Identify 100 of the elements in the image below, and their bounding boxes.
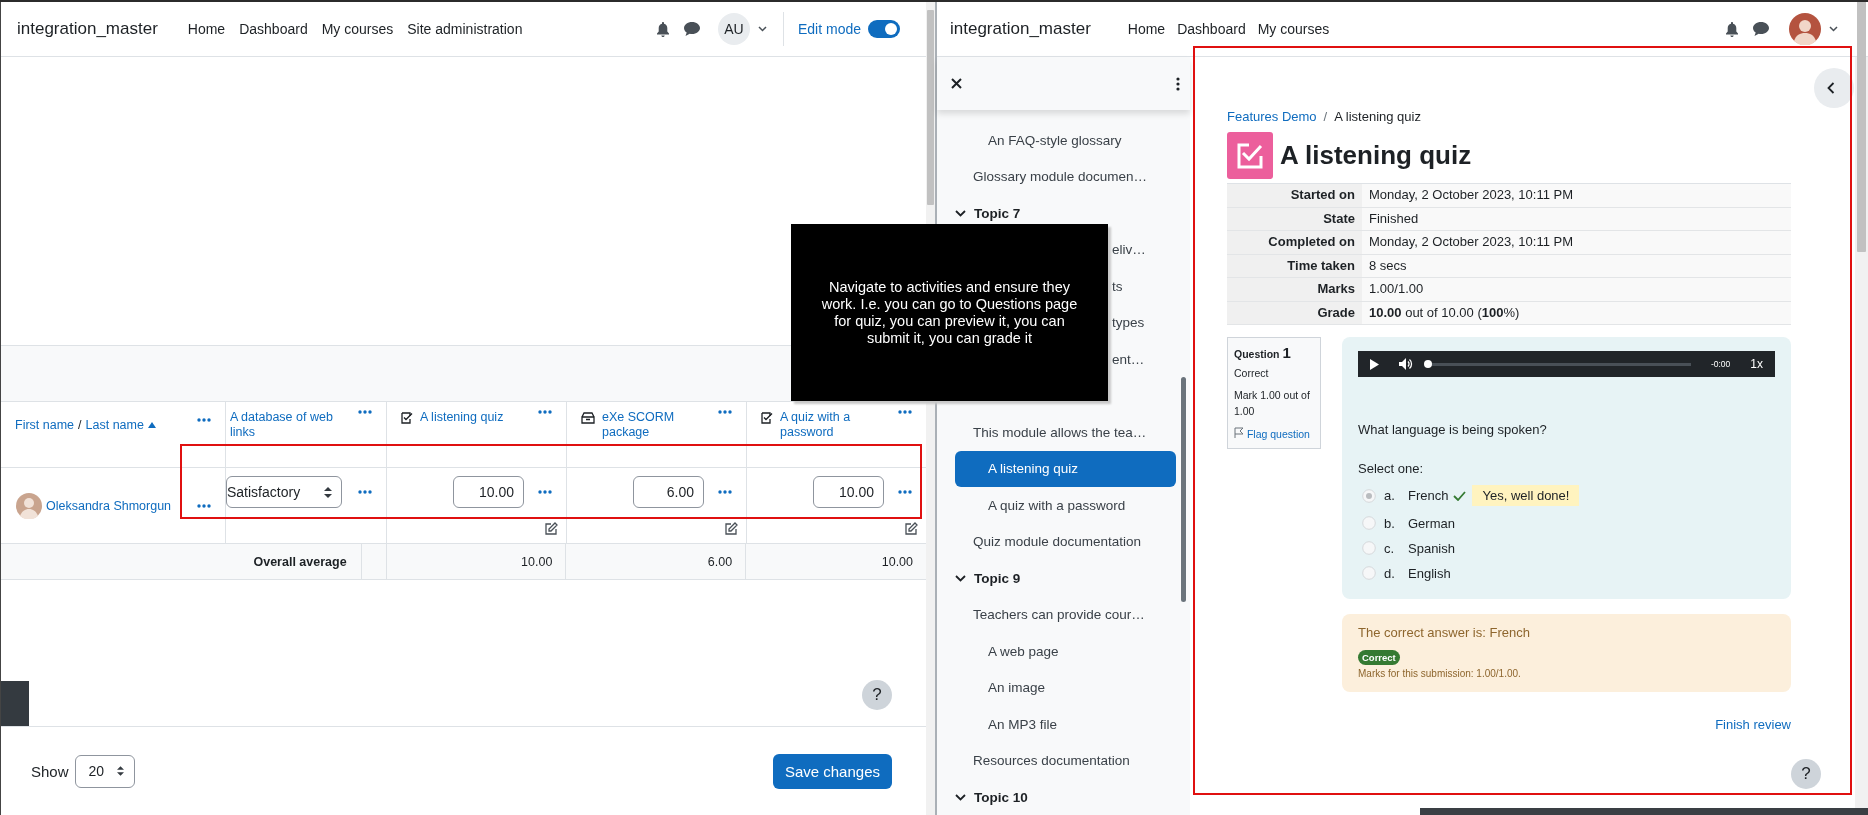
question-mark: Mark 1.00 out of 1.00 — [1234, 388, 1311, 419]
site-name[interactable]: integration_master — [17, 19, 158, 39]
scrollbar-thumb[interactable] — [1181, 377, 1186, 602]
edit-icon[interactable] — [905, 522, 918, 535]
kebab-menu-icon[interactable] — [1176, 76, 1180, 91]
option-text: English — [1408, 565, 1451, 581]
chat-bubble-icon[interactable] — [683, 22, 700, 36]
edit-mode-toggle[interactable] — [868, 20, 900, 38]
more-icon[interactable] — [197, 418, 211, 422]
save-changes-button[interactable]: Save changes — [772, 753, 892, 789]
finish-review-link[interactable]: Finish review — [1715, 717, 1791, 732]
user-avatar[interactable] — [1789, 13, 1821, 45]
more-icon[interactable] — [358, 490, 372, 494]
more-icon[interactable] — [718, 490, 732, 494]
more-icon[interactable] — [538, 410, 552, 414]
help-button[interactable]: ? — [1791, 759, 1821, 789]
nav-link[interactable]: My courses — [321, 21, 394, 37]
course-index-link[interactable]: An MP3 file — [955, 706, 1176, 743]
notification-bell-icon[interactable] — [1725, 21, 1739, 37]
course-index-link[interactable]: Glossary module documen… — [955, 158, 1176, 195]
grade-input[interactable]: 10.00 — [453, 476, 524, 508]
summary-value: 8 secs — [1362, 254, 1791, 277]
nav-link[interactable]: Dashboard — [1177, 21, 1246, 37]
activity-link[interactable]: A quiz with a password — [780, 410, 890, 440]
flag-question-link[interactable]: Flag question — [1234, 426, 1314, 442]
correct-answer-text: The correct answer is: French — [1358, 625, 1531, 640]
activity-link[interactable]: A database of web links — [230, 410, 340, 440]
question-text: What language is being spoken? — [1358, 422, 1548, 437]
average-value: 10.00 — [880, 553, 914, 571]
question-state: Correct — [1234, 367, 1270, 379]
course-index-link[interactable]: A quiz with a password — [955, 487, 1176, 524]
chat-bubble-icon[interactable] — [1753, 22, 1769, 36]
more-icon[interactable] — [718, 410, 732, 414]
summary-label: State — [1227, 207, 1362, 230]
course-index-link[interactable]: An FAQ-style glossary — [955, 122, 1176, 159]
radio-button[interactable] — [1362, 516, 1376, 530]
edit-icon[interactable] — [545, 522, 558, 535]
help-button[interactable]: ? — [862, 680, 892, 710]
sort-link[interactable]: Last name — [85, 418, 144, 432]
scrollbar-thumb[interactable] — [927, 10, 934, 205]
summary-value: Monday, 2 October 2023, 10:11 PM — [1362, 231, 1791, 254]
option-text: German — [1408, 515, 1455, 531]
summary-value: 1.00/1.00 — [1362, 278, 1791, 301]
user-avatar[interactable]: AU — [717, 13, 750, 45]
nav-link[interactable]: Home — [187, 21, 226, 37]
more-icon[interactable] — [898, 490, 912, 494]
volume-icon[interactable] — [1399, 358, 1413, 370]
progress-thumb[interactable] — [1424, 359, 1432, 368]
time-remaining: -0:00 — [1710, 359, 1731, 369]
option-letter: b. — [1384, 515, 1396, 531]
radio-button[interactable] — [1362, 566, 1376, 580]
summary-label: Grade — [1227, 301, 1362, 324]
breadcrumb-link[interactable]: Features Demo — [1227, 109, 1317, 124]
radio-button[interactable] — [1362, 541, 1376, 555]
grade-input[interactable]: 10.00 — [813, 476, 884, 508]
quiz-icon — [1227, 132, 1273, 179]
course-index-link[interactable]: This module allows the tea… — [955, 414, 1176, 451]
edit-icon[interactable] — [725, 522, 738, 535]
course-index-link[interactable]: A listening quiz — [955, 450, 1176, 487]
more-icon[interactable] — [538, 490, 552, 494]
package-icon — [581, 412, 595, 424]
sort-ascending-icon — [147, 422, 156, 428]
caret-icon[interactable] — [1829, 26, 1838, 32]
collapse-button[interactable] — [1814, 68, 1854, 108]
more-icon[interactable] — [898, 410, 912, 414]
grade-select[interactable]: Satisfactory — [226, 476, 342, 508]
checkbox-icon — [761, 412, 773, 424]
radio-button[interactable] — [1362, 488, 1376, 503]
activity-link[interactable]: eXe SCORM package — [602, 410, 712, 440]
close-icon[interactable] — [951, 78, 962, 89]
summary-value: Monday, 2 October 2023, 10:11 PM — [1362, 184, 1791, 207]
section-link[interactable]: Topic 9 — [955, 560, 1176, 597]
option-text: French — [1408, 488, 1449, 503]
course-index-link[interactable]: A web page — [955, 633, 1176, 670]
notification-bell-icon[interactable] — [655, 21, 670, 37]
sort-link[interactable]: First name — [15, 418, 75, 432]
scrollbar-thumb[interactable] — [1857, 2, 1866, 252]
site-name[interactable]: integration_master — [950, 19, 1091, 39]
nav-link[interactable]: My courses — [1257, 21, 1330, 37]
nav-link[interactable]: Dashboard — [239, 21, 308, 37]
per-page-select[interactable]: 20 — [74, 754, 135, 788]
instruction-tooltip: Navigate to activities and ensure they work. I.e. you can go to Questions page for quiz, you can preview it, you can submit it, you can grade it — [791, 224, 1108, 401]
section-link[interactable]: Topic 10 — [955, 779, 1176, 815]
more-icon[interactable] — [358, 410, 372, 414]
activity-link[interactable]: A listening quiz — [420, 410, 504, 425]
more-icon[interactable] — [197, 503, 211, 508]
option-text: Spanish — [1408, 540, 1455, 556]
course-index-link[interactable]: Teachers can provide cour… — [955, 596, 1176, 633]
flag-icon — [1234, 427, 1244, 438]
course-index-link[interactable]: Quiz module documentation — [955, 523, 1176, 560]
play-icon[interactable] — [1370, 358, 1379, 370]
course-index-link[interactable]: Resources documentation — [955, 742, 1176, 779]
caret-icon[interactable] — [757, 26, 767, 32]
course-index-link[interactable]: An image — [955, 669, 1176, 706]
grade-input[interactable]: 6.00 — [633, 476, 704, 508]
average-value: 6.00 — [566, 544, 747, 579]
student-name-link[interactable]: Oleksandra Shmorgun — [46, 498, 172, 513]
playback-speed-button[interactable]: 1x — [1750, 357, 1763, 371]
nav-link[interactable]: Home — [1127, 21, 1166, 37]
nav-link[interactable]: Site administration — [407, 21, 523, 37]
